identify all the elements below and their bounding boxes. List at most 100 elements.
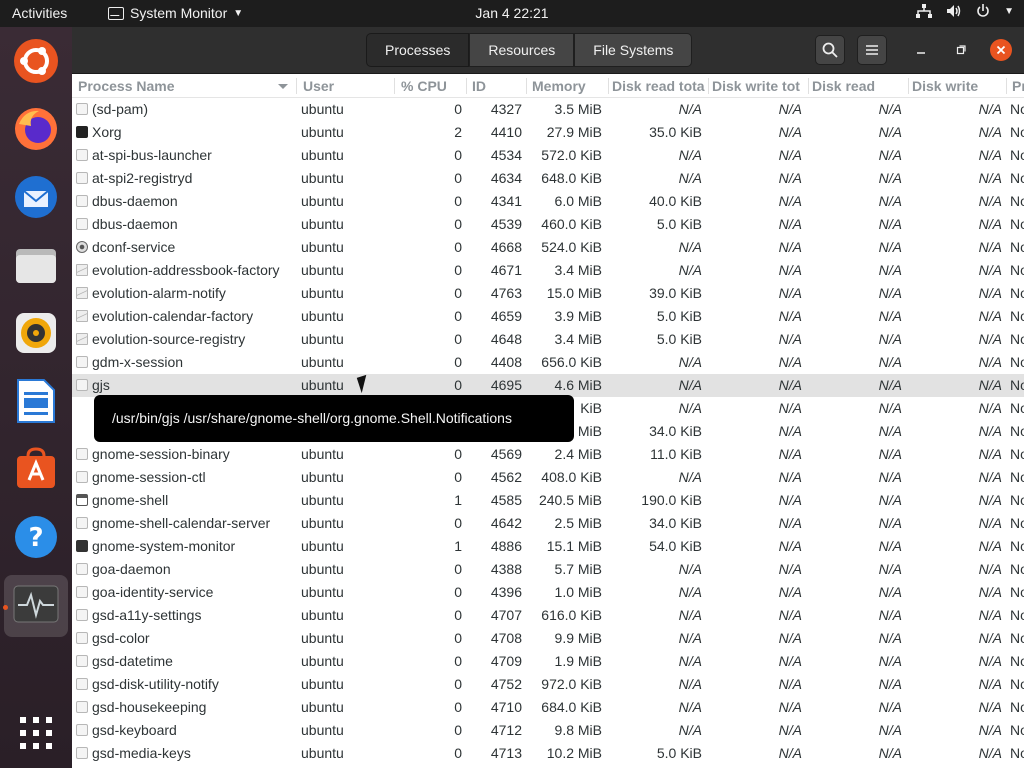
cell-priority: No — [1010, 193, 1024, 209]
search-button[interactable] — [815, 35, 845, 65]
table-row[interactable]: dbus-daemon ubuntu 0 4341 6.0 MiB 40.0 KiB N/A… — [72, 190, 1024, 213]
app-menu[interactable]: System Monitor ▼ — [108, 5, 243, 21]
process-icon — [76, 448, 88, 460]
cell-memory: 4.6 MiB — [554, 377, 602, 393]
cell-disk-read-total: 190.0 KiB — [641, 492, 702, 508]
dock-item-software[interactable] — [12, 445, 60, 493]
column-header-priority[interactable]: Pr — [1012, 78, 1024, 94]
cell-disk-write: N/A — [978, 446, 1002, 462]
table-row[interactable]: gsd-housekeeping ubuntu 0 4710 684.0 KiB N/A N… — [72, 696, 1024, 719]
table-row[interactable]: at-spi2-registryd ubuntu 0 4634 648.0 KiB N/A… — [72, 167, 1024, 190]
column-header-disk-read-total[interactable]: Disk read tota — [612, 78, 707, 94]
sort-descending-icon — [278, 84, 288, 89]
column-header-disk-write-total[interactable]: Disk write tot — [712, 78, 808, 94]
table-row[interactable]: gsd-disk-utility-notify ubuntu 0 4752 972.0 … — [72, 673, 1024, 696]
dock-item-system-monitor[interactable] — [12, 581, 60, 629]
cell-cpu: 0 — [454, 561, 462, 577]
column-header-user[interactable]: User — [303, 78, 393, 94]
table-row[interactable]: gnome-shell-calendar-server ubuntu 0 4642 2.… — [72, 512, 1024, 535]
cell-id: 4396 — [490, 584, 522, 600]
cell-memory: 1.0 MiB — [554, 584, 602, 600]
cell-memory: 2.4 MiB — [554, 446, 602, 462]
cell-disk-read: N/A — [878, 699, 902, 715]
system-monitor-icon — [13, 585, 59, 623]
column-separator — [808, 78, 809, 94]
cell-id: 4410 — [490, 124, 522, 140]
activities-button[interactable]: Activities — [12, 5, 67, 21]
table-row[interactable]: gsd-media-keys ubuntu 0 4713 10.2 MiB 5.0 KiB… — [72, 742, 1024, 765]
table-row[interactable]: gnome-system-monitor ubuntu 1 4886 15.1 MiB 5… — [72, 535, 1024, 558]
cell-priority: No — [1010, 538, 1024, 554]
cell-disk-read: N/A — [878, 193, 902, 209]
column-header-cpu[interactable]: % CPU — [401, 78, 461, 94]
cell-cpu: 0 — [454, 216, 462, 232]
column-header-memory[interactable]: Memory — [532, 78, 607, 94]
dock-item-rhythmbox[interactable] — [12, 309, 60, 357]
dock-item-files[interactable] — [12, 241, 60, 289]
tab-resources[interactable]: Resources — [469, 33, 575, 67]
cell-cpu: 0 — [454, 262, 462, 278]
process-icon — [76, 609, 88, 621]
cell-priority: No — [1010, 170, 1024, 186]
table-row[interactable]: dbus-daemon ubuntu 0 4539 460.0 KiB 5.0 KiB N/… — [72, 213, 1024, 236]
system-tray[interactable]: ▼ — [916, 4, 1014, 18]
table-row[interactable]: at-spi-bus-launcher ubuntu 0 4534 572.0 KiB N… — [72, 144, 1024, 167]
table-row[interactable]: Xorg ubuntu 2 4410 27.9 MiB 35.0 KiB N/A N/A N/A… — [72, 121, 1024, 144]
table-row[interactable]: goa-identity-service ubuntu 0 4396 1.0 MiB N/… — [72, 581, 1024, 604]
close-button[interactable] — [990, 39, 1012, 61]
tab-file-systems[interactable]: File Systems — [574, 33, 693, 67]
cell-id: 4752 — [490, 676, 522, 692]
cell-disk-write-total: N/A — [778, 584, 802, 600]
table-row[interactable]: evolution-source-registry ubuntu 0 4648 3.4 … — [72, 328, 1024, 351]
cell-priority: No — [1010, 653, 1024, 669]
dock-item-help[interactable]: ? — [12, 513, 60, 561]
cell-user: ubuntu — [301, 377, 344, 393]
tab-processes[interactable]: Processes — [366, 33, 470, 67]
table-row[interactable]: gsd-a11y-settings ubuntu 0 4707 616.0 KiB N/A… — [72, 604, 1024, 627]
table-row[interactable]: gnome-session-ctl ubuntu 0 4562 408.0 KiB N/A… — [72, 466, 1024, 489]
cell-disk-read-total: 34.0 KiB — [649, 515, 702, 531]
table-row[interactable]: (sd-pam) ubuntu 0 4327 3.5 MiB N/A N/A N/A N/A No — [72, 98, 1024, 121]
process-icon — [76, 678, 88, 690]
cell-disk-write-total: N/A — [778, 515, 802, 531]
table-row[interactable]: gjs ubuntu 0 4695 4.6 MiB N/A N/A N/A N/A No — [72, 374, 1024, 397]
maximize-icon — [956, 45, 966, 55]
cell-disk-read-total: N/A — [678, 607, 702, 623]
table-row[interactable]: dconf-service ubuntu 0 4668 524.0 KiB N/A N/A N… — [72, 236, 1024, 259]
menu-button[interactable] — [857, 35, 887, 65]
table-row[interactable]: gsd-color ubuntu 0 4708 9.9 MiB N/A N/A N/A N/A N… — [72, 627, 1024, 650]
dock-item-show-apps[interactable] — [12, 709, 60, 757]
cell-process-name: evolution-calendar-factory — [92, 308, 254, 324]
cell-memory: 15.0 MiB — [546, 285, 602, 301]
table-row[interactable]: gnome-shell ubuntu 1 4585 240.5 MiB 190.0 KiB… — [72, 489, 1024, 512]
dock-item-thunderbird[interactable] — [12, 173, 60, 221]
envelope-icon — [76, 264, 88, 276]
help-icon: ? — [15, 516, 57, 558]
cell-disk-write-total: N/A — [778, 101, 802, 117]
dock-item-writer[interactable] — [12, 377, 60, 425]
dock-item-firefox[interactable] — [12, 105, 60, 153]
cell-priority: No — [1010, 239, 1024, 255]
cell-disk-write-total: N/A — [778, 538, 802, 554]
column-header-disk-read[interactable]: Disk read — [812, 78, 902, 94]
cell-memory: 240.5 MiB — [538, 492, 602, 508]
table-row[interactable]: gnome-session-binary ubuntu 0 4569 2.4 MiB 11… — [72, 443, 1024, 466]
table-row[interactable]: evolution-alarm-notify ubuntu 0 4763 15.0 Mi… — [72, 282, 1024, 305]
table-row[interactable]: gsd-keyboard ubuntu 0 4712 9.8 MiB N/A N/A N/A N… — [72, 719, 1024, 742]
column-header-process-name[interactable]: Process Name — [78, 78, 278, 94]
cell-user: ubuntu — [301, 354, 344, 370]
table-row[interactable]: gsd-datetime ubuntu 0 4709 1.9 MiB N/A N/A N/A N… — [72, 650, 1024, 673]
minimize-button[interactable] — [910, 39, 932, 61]
table-row[interactable]: evolution-addressbook-factory ubuntu 0 4671… — [72, 259, 1024, 282]
dock-item-ubuntu[interactable] — [12, 37, 60, 85]
table-row[interactable]: goa-daemon ubuntu 0 4388 5.7 MiB N/A N/A N/A N/A… — [72, 558, 1024, 581]
column-header-id[interactable]: ID — [472, 78, 522, 94]
table-row[interactable]: evolution-calendar-factory ubuntu 0 4659 3.9… — [72, 305, 1024, 328]
cell-id: 4713 — [490, 745, 522, 761]
maximize-button[interactable] — [950, 39, 972, 61]
cell-id: 4712 — [490, 722, 522, 738]
table-row[interactable]: gdm-x-session ubuntu 0 4408 656.0 KiB N/A N/A N… — [72, 351, 1024, 374]
cell-disk-read-total: 54.0 KiB — [649, 538, 702, 554]
cell-id: 4886 — [490, 538, 522, 554]
column-header-disk-write[interactable]: Disk write — [912, 78, 1002, 94]
